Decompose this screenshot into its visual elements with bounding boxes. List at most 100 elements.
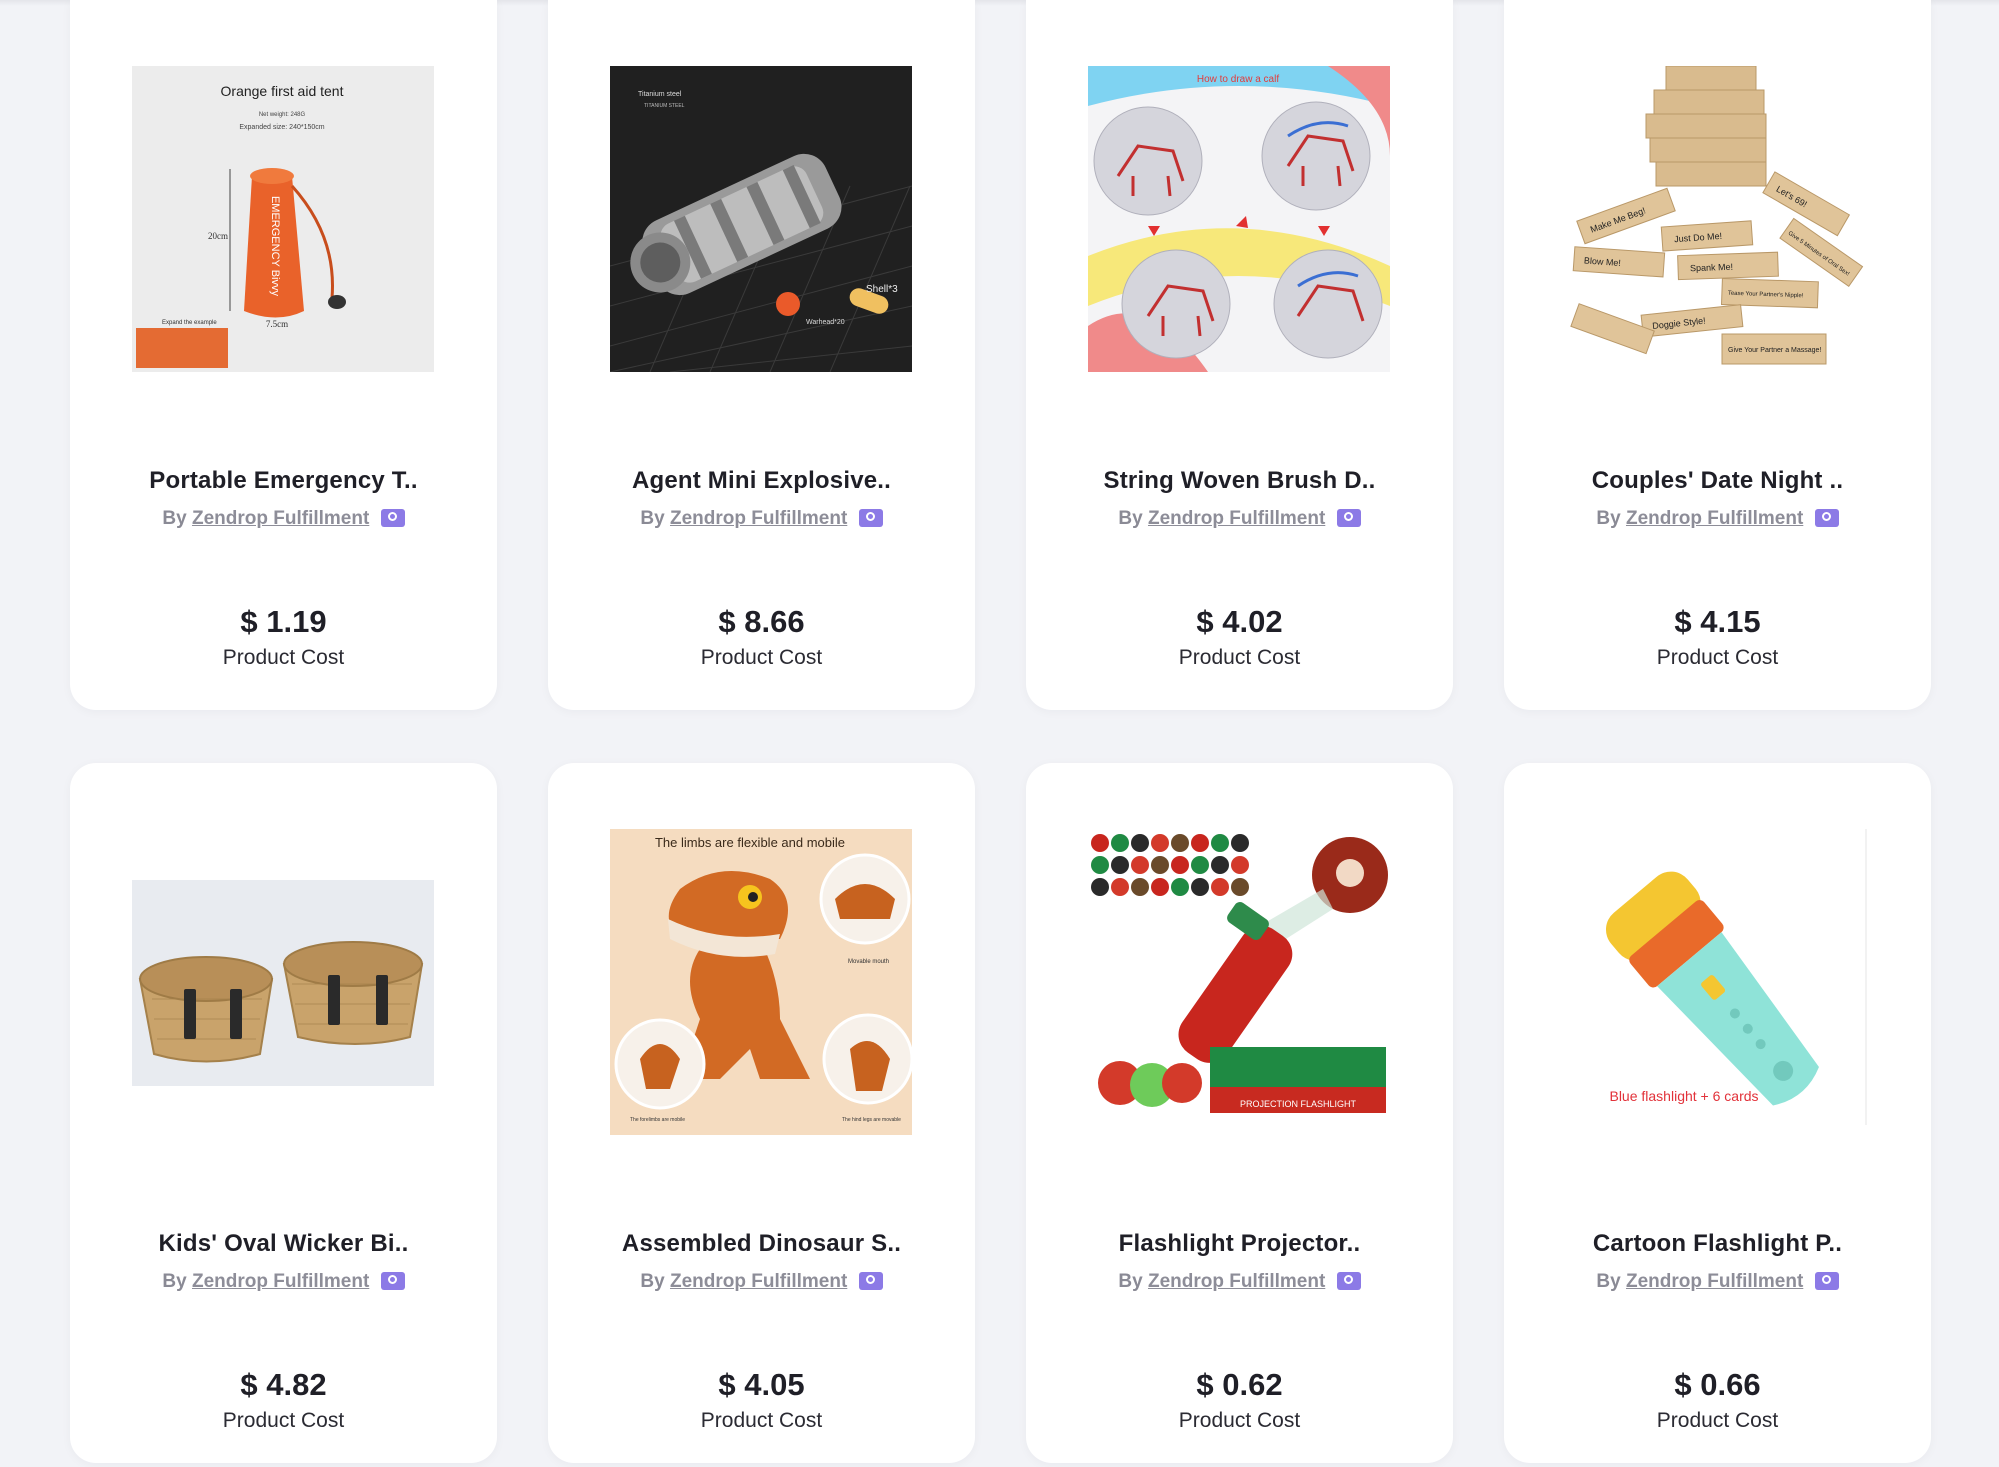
product-price: $ 4.15: [1674, 604, 1761, 639]
by-label: By: [162, 1271, 187, 1292]
product-title[interactable]: Assembled Dinosaur S..: [548, 1230, 975, 1258]
product-title[interactable]: Cartoon Flashlight P..: [1504, 1230, 1931, 1258]
product-grid: Orange first aid tent Net weight: 248G E…: [70, 0, 1932, 1463]
price-label: Product Cost: [700, 1409, 823, 1432]
projection-disc-thumb: [1111, 856, 1129, 874]
image-text: PROJECTION FLASHLIGHT: [1240, 1099, 1357, 1109]
by-label: By: [640, 1271, 665, 1292]
by-label: By: [162, 508, 187, 529]
image-text: TITANIUM STEEL: [644, 103, 685, 109]
price-label: Product Cost: [1656, 646, 1779, 669]
product-title[interactable]: Flashlight Projector..: [1026, 1230, 1453, 1258]
vendor-line: By Zendrop Fulfillment: [1504, 1271, 1931, 1293]
projection-disc-thumb: [1191, 878, 1209, 896]
projection-disc-thumb: [1231, 834, 1249, 852]
vendor-link[interactable]: Zendrop Fulfillment: [1148, 1271, 1325, 1292]
price-label: Product Cost: [1178, 1409, 1301, 1432]
product-image[interactable]: Orange first aid tent Net weight: 248G E…: [132, 66, 434, 372]
vendor-link[interactable]: Zendrop Fulfillment: [192, 1271, 369, 1292]
image-text: Spank Me!: [1690, 262, 1733, 273]
projection-disc-thumb: [1171, 878, 1189, 896]
image-text: 7.5cm: [266, 319, 288, 329]
product-image[interactable]: [132, 829, 434, 1135]
price-label: Product Cost: [222, 646, 345, 669]
image-text: The forelimbs are mobile: [630, 1117, 685, 1123]
projection-disc-thumb: [1111, 834, 1129, 852]
globe-icon: [1814, 1272, 1839, 1290]
vendor-link[interactable]: Zendrop Fulfillment: [192, 508, 369, 529]
projection-disc-thumb: [1091, 878, 1109, 896]
product-card[interactable]: Kids' Oval Wicker Bi.. By Zendrop Fulfil…: [70, 763, 497, 1463]
projection-disc-thumb: [1211, 856, 1229, 874]
projection-disc-thumb: [1131, 878, 1149, 896]
vendor-link[interactable]: Zendrop Fulfillment: [1148, 508, 1325, 529]
projection-disc-thumb: [1091, 856, 1109, 874]
image-heading: How to draw a calf: [1197, 74, 1279, 85]
projection-disc-thumb: [1211, 834, 1229, 852]
by-label: By: [1596, 1271, 1621, 1292]
product-title[interactable]: Kids' Oval Wicker Bi..: [70, 1230, 497, 1258]
product-price: $ 4.05: [718, 1367, 805, 1402]
globe-icon: [858, 509, 883, 527]
product-title[interactable]: Couples' Date Night ..: [1504, 467, 1931, 495]
product-image[interactable]: Blue flashlight + 6 cards: [1566, 829, 1868, 1135]
image-heading: Orange first aid tent: [221, 83, 344, 99]
vendor-line: By Zendrop Fulfillment: [1026, 1271, 1453, 1293]
projection-disc-thumb: [1231, 878, 1249, 896]
product-price: $ 8.66: [718, 604, 805, 639]
vendor-line: By Zendrop Fulfillment: [548, 508, 975, 530]
globe-icon: [1336, 1272, 1361, 1290]
projection-disc-thumb: [1151, 856, 1169, 874]
product-card[interactable]: The limbs are flexible and mobile Movabl…: [548, 763, 975, 1463]
product-title[interactable]: String Woven Brush D..: [1026, 467, 1453, 495]
product-card[interactable]: Orange first aid tent Net weight: 248G E…: [70, 0, 497, 710]
image-text: 20cm: [208, 231, 228, 241]
image-text: Titanium steel: [638, 91, 682, 98]
product-title[interactable]: Agent Mini Explosive..: [548, 467, 975, 495]
image-text: Expand the example: [162, 320, 217, 326]
vendor-line: By Zendrop Fulfillment: [1504, 508, 1931, 530]
projection-disc-thumb: [1171, 834, 1189, 852]
product-image[interactable]: PROJECTION FLASHLIGHT: [1088, 829, 1390, 1135]
vendor-link[interactable]: Zendrop Fulfillment: [670, 508, 847, 529]
product-image[interactable]: The limbs are flexible and mobile Movabl…: [610, 829, 912, 1135]
image-text: Give Your Partner a Massage!: [1728, 347, 1821, 354]
image-text: The hind legs are movable: [842, 1117, 901, 1123]
by-label: By: [1596, 508, 1621, 529]
image-text: Expanded size: 240*150cm: [239, 124, 324, 131]
projection-disc-thumb: [1191, 834, 1209, 852]
image-text: Warhead*20: [806, 319, 845, 326]
product-image[interactable]: How to draw a calf: [1088, 66, 1390, 372]
product-price: $ 4.82: [240, 1367, 327, 1402]
product-title[interactable]: Portable Emergency T..: [70, 467, 497, 495]
product-image[interactable]: Make Me Beg! Just Do Me! Let's 69! Blow …: [1566, 66, 1868, 372]
projection-disc-thumb: [1091, 834, 1109, 852]
vendor-link[interactable]: Zendrop Fulfillment: [1626, 1271, 1803, 1292]
globe-icon: [380, 509, 405, 527]
product-image[interactable]: Titanium steel TITANIUM STEEL Shell*3 Wa…: [610, 66, 912, 372]
product-card[interactable]: PROJECTION FLASHLIGHT Flashlight Project…: [1026, 763, 1453, 1463]
price-label: Product Cost: [1656, 1409, 1779, 1432]
vendor-line: By Zendrop Fulfillment: [70, 508, 497, 530]
by-label: By: [1118, 508, 1143, 529]
product-price: $ 0.66: [1674, 1367, 1761, 1402]
vendor-line: By Zendrop Fulfillment: [70, 1271, 497, 1293]
globe-icon: [380, 1272, 405, 1290]
vendor-link[interactable]: Zendrop Fulfillment: [670, 1271, 847, 1292]
globe-icon: [858, 1272, 883, 1290]
projection-disc-thumb: [1131, 834, 1149, 852]
vendor-link[interactable]: Zendrop Fulfillment: [1626, 508, 1803, 529]
product-price: $ 1.19: [240, 604, 327, 639]
image-text: Net weight: 248G: [259, 112, 306, 118]
projection-disc-thumb: [1231, 856, 1249, 874]
image-text: Blue flashlight + 6 cards: [1609, 1088, 1758, 1104]
price-label: Product Cost: [1178, 646, 1301, 669]
product-card[interactable]: How to draw a calf String Woven Brush D.…: [1026, 0, 1453, 710]
price-label: Product Cost: [700, 646, 823, 669]
product-card[interactable]: Blue flashlight + 6 cards Cartoon Flashl…: [1504, 763, 1931, 1463]
product-card[interactable]: Titanium steel TITANIUM STEEL Shell*3 Wa…: [548, 0, 975, 710]
product-card[interactable]: Make Me Beg! Just Do Me! Let's 69! Blow …: [1504, 0, 1931, 710]
image-text: Shell*3: [866, 284, 898, 295]
by-label: By: [1118, 1271, 1143, 1292]
projection-disc-thumb: [1171, 856, 1189, 874]
